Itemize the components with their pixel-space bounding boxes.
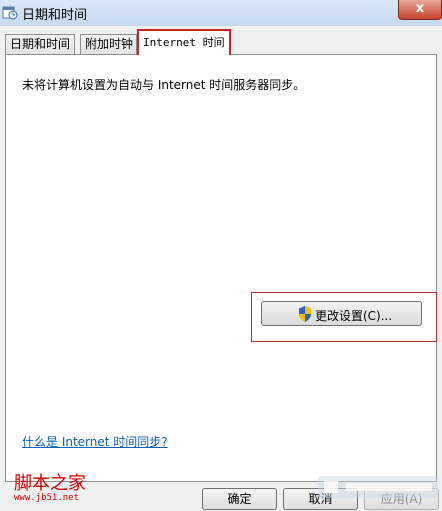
ok-button[interactable]: 确定 (202, 488, 277, 510)
close-button[interactable]: x (398, 0, 442, 20)
tab-internet-time[interactable]: Internet 时间 (137, 29, 231, 55)
change-settings-button[interactable]: 更改设置(C)... (261, 301, 422, 326)
watermark-logo-icon (318, 476, 438, 498)
calendar-clock-icon (2, 6, 18, 20)
watermark-site-url: www.jb51.net (14, 493, 80, 503)
internet-time-help-link[interactable]: 什么是 Internet 时间同步? (22, 433, 168, 450)
change-settings-label: 更改设置(C)... (315, 309, 393, 323)
watermark-site-name: 脚本之家 (14, 473, 86, 494)
dialog-body: 日期和时间 附加时钟 Internet 时间 未将计算机设置为自动与 Inter… (0, 26, 442, 511)
site-watermark: 脚本之家 www.jb51.net (4, 469, 94, 511)
uac-shield-icon (299, 306, 311, 322)
title-bar: 日期和时间 x (0, 0, 442, 26)
close-icon: x (415, 1, 425, 16)
tab-panel: 未将计算机设置为自动与 Internet 时间服务器同步。 更改设置(C)...… (5, 54, 437, 482)
window-title: 日期和时间 (22, 8, 88, 23)
sync-status-text: 未将计算机设置为自动与 Internet 时间服务器同步。 (22, 78, 306, 92)
tab-additional-clocks[interactable]: 附加时钟 (80, 34, 137, 54)
tab-date-time[interactable]: 日期和时间 (5, 34, 75, 54)
